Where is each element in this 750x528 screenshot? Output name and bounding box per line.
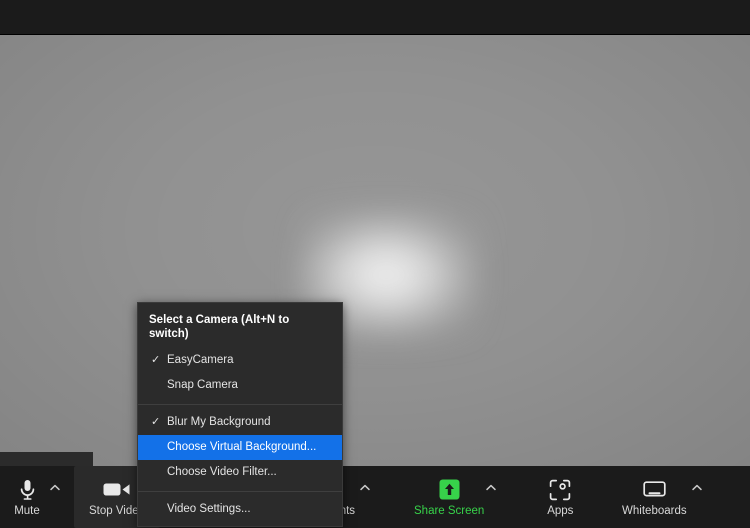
mute-button[interactable]: Mute [0,466,54,528]
microphone-icon [19,477,36,503]
menu-item-label: EasyCamera [167,354,234,366]
stage-vignette [0,35,750,466]
share-screen-options-chevron-icon[interactable] [483,477,499,497]
menu-item-label: Snap Camera [167,379,238,391]
self-view-name-strip [0,452,93,466]
whiteboards-options-chevron-icon[interactable] [689,477,705,497]
more-button[interactable]: More [742,466,750,528]
whiteboard-icon [642,477,667,503]
toolbar-group-more: More [742,466,750,528]
checkmark-icon: ✓ [151,416,161,428]
toolbar-left-group: Mute Stop Video Share Screen Apps Whiteb… [0,466,750,528]
checkmark-icon: ✓ [151,354,161,366]
window-title-bar [0,0,750,35]
menu-item-camera-snapcamera[interactable]: Snap Camera [138,373,342,398]
share-screen-button[interactable]: Share Screen [408,466,490,528]
apps-button[interactable]: Apps [534,466,586,528]
zoom-meeting-window: Select a Camera (Alt+N to switch) ✓ Easy… [0,0,750,528]
menu-item-choose-video-filter[interactable]: Choose Video Filter... [138,460,342,485]
toolbar-group-apps: Apps [534,466,586,528]
menu-item-blur-my-background[interactable]: ✓ Blur My Background [138,410,342,435]
menu-item-label: Choose Video Filter... [167,466,277,478]
video-stage [0,35,750,466]
mute-button-label: Mute [14,504,40,517]
toolbar-group-share-screen: Share Screen [408,466,497,528]
menu-item-label: Choose Virtual Background... [167,441,317,453]
menu-item-choose-virtual-background[interactable]: Choose Virtual Background... [138,435,342,460]
meeting-toolbar: Mute Stop Video Share Screen Apps Whiteb… [0,466,750,528]
menu-item-label: Blur My Background [167,416,271,428]
apps-icon [549,477,571,503]
share-screen-icon [438,477,461,503]
toolbar-group-whiteboards: Whiteboards [612,466,703,528]
whiteboards-button-label: Whiteboards [622,504,687,517]
video-options-context-menu[interactable]: Select a Camera (Alt+N to switch) ✓ Easy… [137,302,343,527]
participants-options-chevron-icon[interactable] [357,477,373,497]
context-menu-header: Select a Camera (Alt+N to switch) [149,314,290,340]
toolbar-group-mute: Mute [0,466,60,528]
menu-item-label: Video Settings... [167,503,251,515]
mute-options-chevron-icon[interactable] [47,477,63,497]
menu-item-camera-easycamera[interactable]: ✓ EasyCamera [138,348,342,373]
menu-separator [138,491,342,492]
apps-button-label: Apps [547,504,574,517]
menu-item-video-settings[interactable]: Video Settings... [138,497,342,522]
whiteboards-button[interactable]: Whiteboards [612,466,696,528]
menu-separator [138,404,342,405]
video-camera-icon [103,477,131,503]
share-screen-button-label: Share Screen [414,504,485,517]
